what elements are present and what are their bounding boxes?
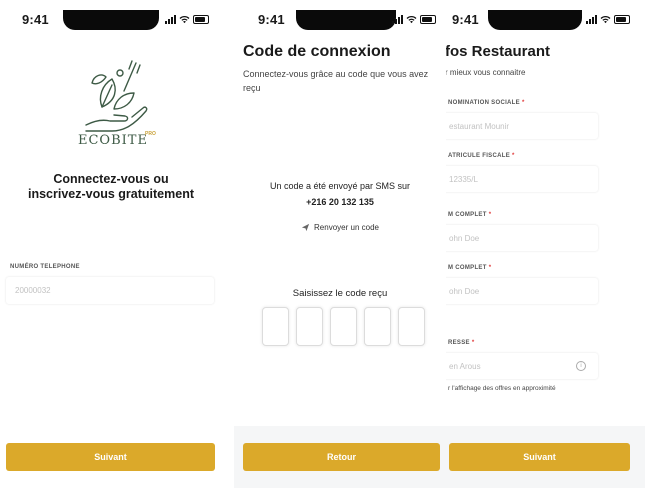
resend-code-link[interactable]: Renvoyer un code	[234, 223, 446, 232]
status-icons	[165, 15, 209, 24]
wifi-icon	[179, 15, 190, 24]
status-icons	[392, 15, 436, 24]
next-button[interactable]: Suivant	[6, 443, 215, 471]
full-name-label: M COMPLET *	[448, 212, 492, 218]
code-label: Saisissez le code reçu	[292, 288, 388, 299]
page-title: Connectez-vous ou inscrivez-vous gratuit…	[0, 172, 222, 202]
tax-id-input[interactable]: 12335/L	[446, 166, 598, 192]
full-name-2-input[interactable]: ohn Doe	[446, 278, 598, 304]
address-note: r l'affichage des offres en approximité	[448, 385, 556, 392]
device-notch	[63, 10, 159, 30]
brand-name: ECOBITE	[78, 133, 148, 148]
device-notch	[488, 10, 582, 30]
device-notch	[296, 10, 396, 30]
full-name-2-placeholder: ohn Doe	[449, 286, 480, 296]
phone-label: NUMÉRO TELEPHONE	[10, 264, 80, 270]
code-input-group	[262, 307, 425, 346]
address-label: RESSE *	[448, 340, 475, 346]
back-button[interactable]: Retour	[243, 443, 440, 471]
tax-id-placeholder: 12335/L	[449, 174, 478, 184]
status-time: 9:41	[452, 12, 479, 27]
phone-number: +216 20 132 135	[306, 197, 374, 207]
company-name-input[interactable]: estaurant Mounir	[446, 113, 598, 139]
address-input[interactable]: en Arous i	[446, 353, 598, 379]
wifi-icon	[600, 15, 611, 24]
code-digit-input[interactable]	[364, 307, 391, 346]
page-title: Code de connexion	[243, 43, 391, 60]
signal-icon	[392, 15, 403, 24]
status-time: 9:41	[22, 12, 49, 27]
status-bar: 9:41	[234, 10, 446, 30]
tax-id-label: ATRICULE FISCALE *	[448, 153, 515, 159]
code-screen: 9:41 Code de connexion Connectez-vous gr…	[234, 0, 446, 488]
battery-icon	[420, 15, 436, 24]
company-name-placeholder: estaurant Mounir	[449, 121, 510, 131]
code-digit-input[interactable]	[296, 307, 323, 346]
company-name-label: NOMINATION SOCIALE *	[448, 100, 525, 106]
send-icon	[301, 223, 310, 232]
address-placeholder: en Arous	[449, 361, 481, 371]
heading-line-2: inscrivez-vous gratuitement	[27, 187, 194, 201]
sms-sent-text: Un code a été envoyé par SMS sur	[269, 181, 411, 191]
sms-sent-message: Un code a été envoyé par SMS sur +216 20…	[234, 178, 446, 210]
resend-code-label: Renvoyer un code	[314, 223, 379, 232]
status-bar: 9:41	[0, 10, 222, 30]
brand-suffix: PRO	[145, 131, 156, 137]
battery-icon	[193, 15, 209, 24]
signal-icon	[586, 15, 597, 24]
signal-icon	[165, 15, 176, 24]
phone-placeholder: 20000032	[15, 286, 51, 295]
full-name-2-label: M COMPLET *	[448, 265, 492, 271]
page-subtitle: r mieux vous connaitre	[446, 68, 526, 77]
code-digit-input[interactable]	[398, 307, 425, 346]
page-subtitle: Connectez-vous grâce au code que vous av…	[243, 69, 429, 93]
code-digit-input[interactable]	[262, 307, 289, 346]
login-screen: 9:41 ECOBITE PRO Connectez-vous ou inscr…	[0, 0, 222, 488]
status-time: 9:41	[258, 12, 285, 27]
next-button[interactable]: Suivant	[449, 443, 630, 471]
full-name-input[interactable]: ohn Doe	[446, 225, 598, 251]
restaurant-screen: 9:41 fos Restaurant r mieux vous connait…	[446, 0, 645, 488]
phone-input[interactable]: 20000032	[6, 277, 214, 304]
full-name-placeholder: ohn Doe	[449, 233, 480, 243]
heading-line-1: Connectez-vous ou	[53, 172, 169, 186]
battery-icon	[614, 15, 630, 24]
wifi-icon	[406, 15, 417, 24]
info-icon[interactable]: i	[576, 361, 586, 371]
page-title: fos Restaurant	[446, 43, 551, 60]
code-digit-input[interactable]	[330, 307, 357, 346]
status-icons	[586, 15, 630, 24]
status-bar: 9:41	[446, 10, 645, 30]
